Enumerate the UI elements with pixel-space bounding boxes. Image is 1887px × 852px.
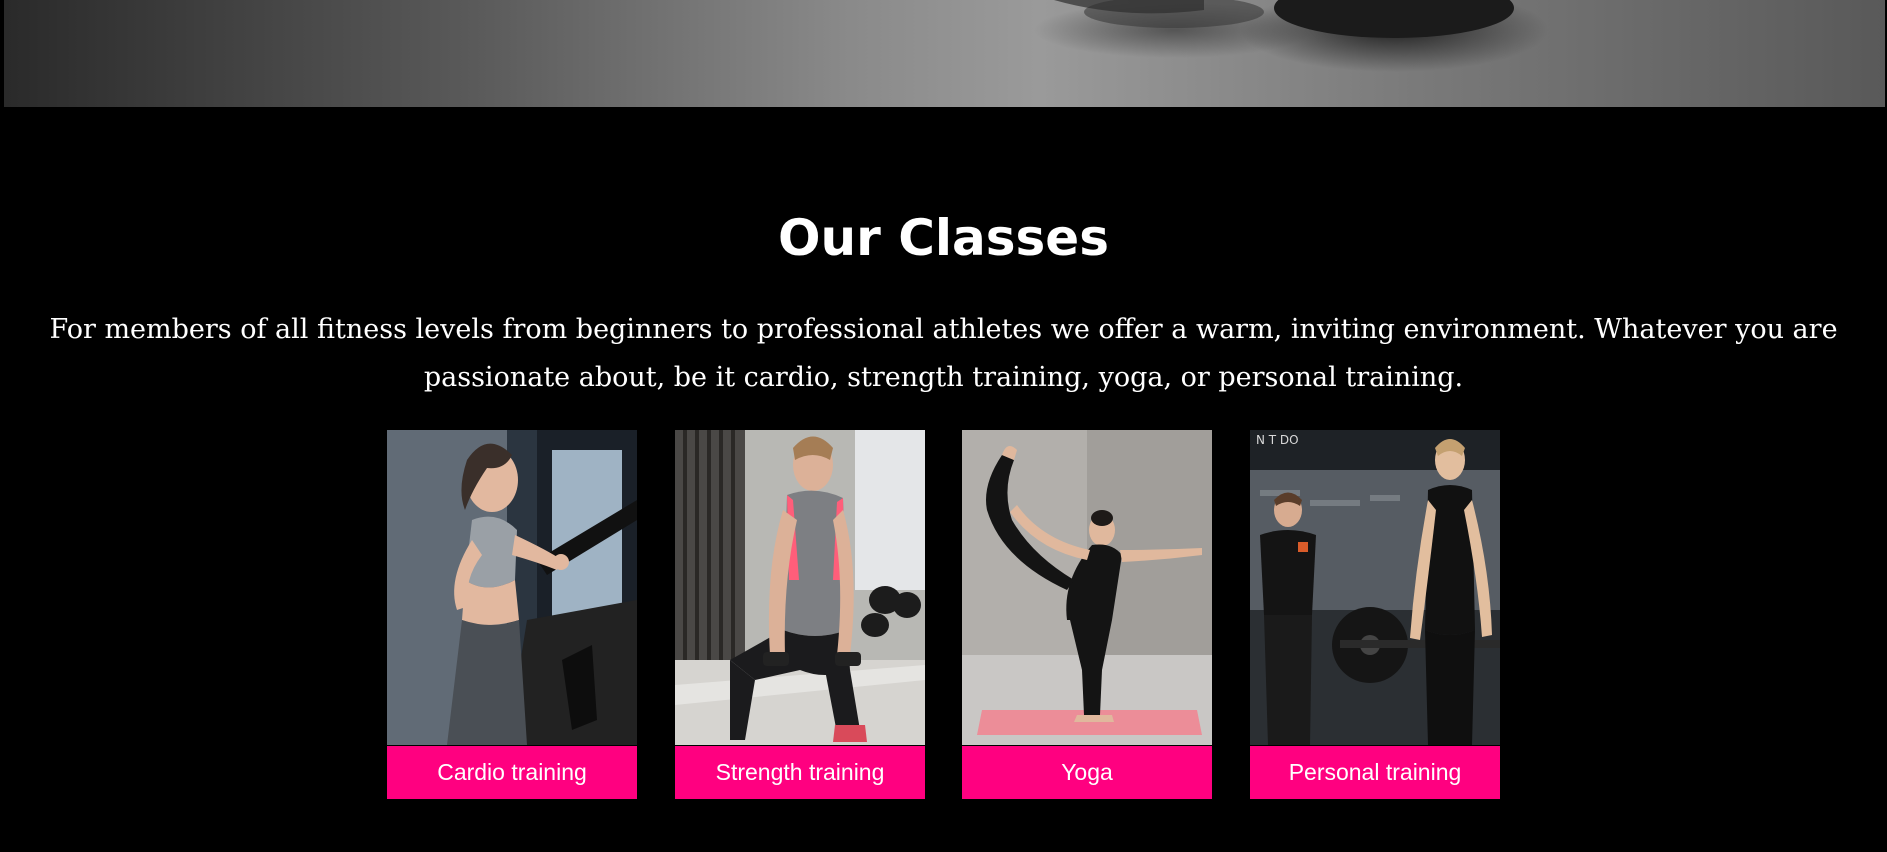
class-label-personal[interactable]: Personal training	[1250, 746, 1500, 799]
class-label-yoga[interactable]: Yoga	[962, 746, 1212, 799]
section-description: For members of all fitness levels from b…	[49, 314, 1838, 393]
classes-grid: Cardio training Strength training Yoga N…	[387, 430, 1502, 800]
class-card-cardio[interactable]: Cardio training	[387, 430, 637, 799]
class-label-cardio[interactable]: Cardio training	[387, 746, 637, 799]
yoga-photo	[962, 430, 1212, 745]
gym-wall-lettering: N T DO	[1256, 433, 1299, 447]
class-card-strength[interactable]: Strength training	[675, 430, 925, 799]
class-card-personal[interactable]: N T DO Personal training	[1250, 430, 1500, 799]
section-title: Our Classes	[778, 209, 1109, 267]
class-label-strength[interactable]: Strength training	[675, 746, 925, 799]
class-card-yoga[interactable]: Yoga	[962, 430, 1212, 799]
personal-training-photo: N T DO	[1250, 430, 1500, 745]
cardio-photo	[387, 430, 637, 745]
hero-banner-image	[4, 0, 1885, 107]
strength-photo	[675, 430, 925, 745]
hero-photo-shapes	[1054, 0, 1514, 38]
